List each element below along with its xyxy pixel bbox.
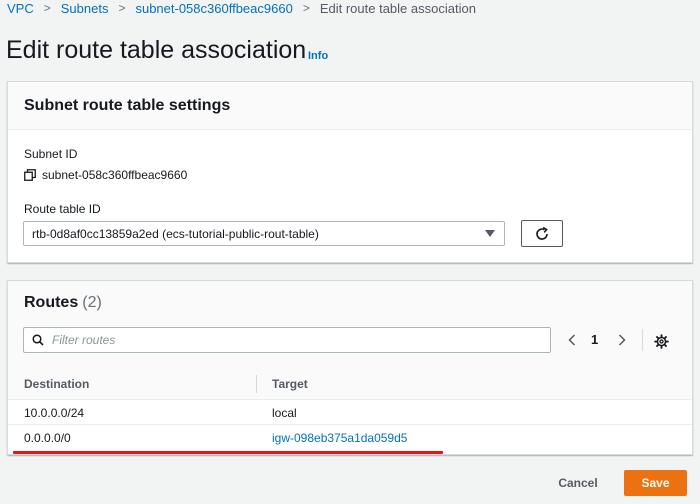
chevron-right-icon: > <box>118 1 126 15</box>
column-header-destination[interactable]: Destination <box>24 377 89 391</box>
chevron-right-icon: > <box>43 1 51 15</box>
table-header: Destination Target <box>8 367 692 400</box>
breadcrumb: VPC > Subnets > subnet-058c360ffbeac9660… <box>7 0 476 16</box>
toolbar-divider <box>642 329 643 351</box>
column-header-target[interactable]: Target <box>272 377 308 391</box>
filter-routes-input[interactable]: Filter routes <box>23 327 551 353</box>
breadcrumb-subnets[interactable]: Subnets <box>61 1 109 16</box>
route-destination: 0.0.0.0/0 <box>24 431 71 445</box>
routes-count: (2) <box>82 294 102 311</box>
subnet-route-table-settings-panel: Subnet route table settings Subnet ID su… <box>7 81 693 263</box>
route-destination: 10.0.0.0/24 <box>24 406 85 420</box>
copy-icon[interactable] <box>24 169 36 181</box>
chevron-left-icon <box>568 334 576 346</box>
refresh-button[interactable] <box>521 220 563 247</box>
table-row: 0.0.0.0/0 igw-098eb375a1da059d5 <box>8 425 692 450</box>
chevron-right-icon: > <box>302 1 310 15</box>
info-link[interactable]: Info <box>308 50 328 62</box>
column-divider[interactable] <box>256 375 257 393</box>
gear-icon <box>653 333 669 349</box>
current-page-number[interactable]: 1 <box>591 332 598 347</box>
route-target: local <box>272 406 297 420</box>
route-target-link[interactable]: igw-098eb375a1da059d5 <box>272 431 407 445</box>
highlight-underline <box>13 451 443 454</box>
breadcrumb-vpc[interactable]: VPC <box>7 1 34 16</box>
routes-panel-header: Routes (2) <box>8 281 692 325</box>
route-table-selected-value: rtb-0d8af0cc13859a2ed (ecs-tutorial-publ… <box>32 226 319 241</box>
routes-panel: Routes (2) Filter routes 1 Destination T… <box>7 280 693 455</box>
refresh-icon <box>536 226 548 240</box>
filter-placeholder: Filter routes <box>52 333 116 347</box>
preferences-button[interactable] <box>653 333 669 349</box>
next-page-button[interactable] <box>616 333 628 347</box>
cancel-button[interactable]: Cancel <box>548 470 608 496</box>
routes-panel-title: Routes <box>24 294 79 311</box>
caret-down-icon <box>485 230 495 237</box>
subnet-id-label: Subnet ID <box>24 147 78 161</box>
routes-table: Destination Target 10.0.0.0/24 local 0.0… <box>8 367 692 450</box>
breadcrumb-subnet[interactable]: subnet-058c360ffbeac9660 <box>135 1 292 16</box>
chevron-right-icon <box>618 334 626 346</box>
previous-page-button[interactable] <box>566 333 578 347</box>
settings-panel-title: Subnet route table settings <box>24 96 231 114</box>
subnet-id-value: subnet-058c360ffbeac9660 <box>24 168 187 182</box>
route-table-select[interactable]: rtb-0d8af0cc13859a2ed (ecs-tutorial-publ… <box>23 221 505 246</box>
search-icon <box>32 334 44 346</box>
settings-panel-header: Subnet route table settings <box>8 82 692 130</box>
page-title: Edit route table association <box>6 36 307 64</box>
route-table-id-label: Route table ID <box>24 202 101 216</box>
save-button[interactable]: Save <box>624 470 687 496</box>
table-row: 10.0.0.0/24 local <box>8 400 692 425</box>
breadcrumb-current: Edit route table association <box>319 0 476 16</box>
subnet-id-text: subnet-058c360ffbeac9660 <box>42 168 188 182</box>
